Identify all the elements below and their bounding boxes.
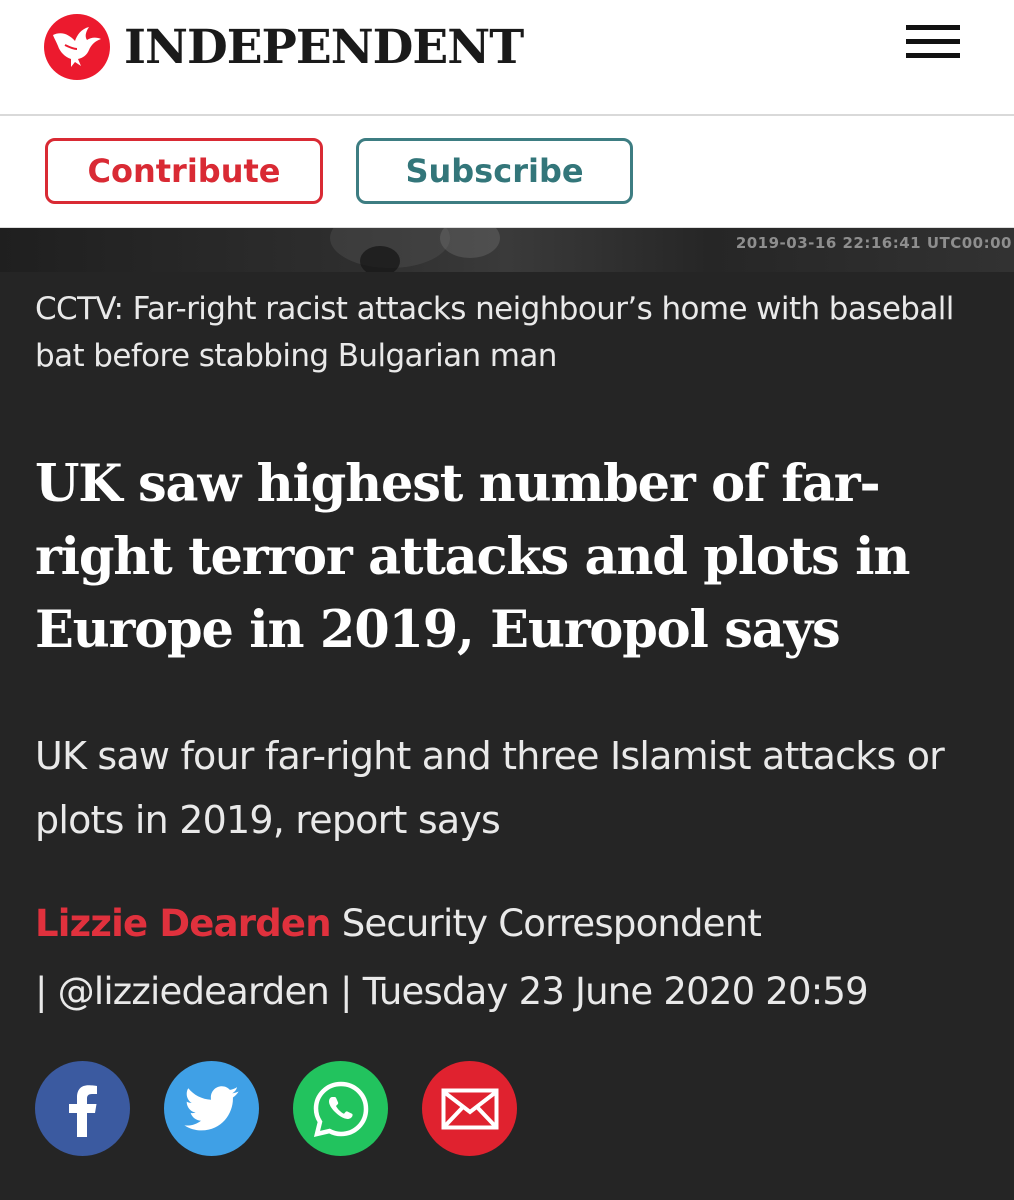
twitter-icon <box>183 1085 239 1130</box>
author-twitter-handle[interactable]: @lizziedearden <box>58 970 330 1013</box>
contribute-button[interactable]: Contribute <box>45 138 323 204</box>
eagle-logo-icon <box>44 14 110 80</box>
subscribe-button[interactable]: Subscribe <box>356 138 633 204</box>
site-logo[interactable]: INDEPENDENT <box>44 14 524 80</box>
publish-date: Tuesday 23 June 2020 20:59 <box>362 970 869 1013</box>
menu-bar <box>906 39 960 44</box>
hamburger-menu-icon[interactable] <box>906 25 962 61</box>
author-name-link[interactable]: Lizzie Dearden <box>35 902 332 945</box>
article-headline: UK saw highest number of far-right terro… <box>35 454 910 660</box>
email-share-button[interactable] <box>422 1061 517 1156</box>
site-logo-text: INDEPENDENT <box>124 19 524 75</box>
whatsapp-share-button[interactable] <box>293 1061 388 1156</box>
action-bar: Contribute Subscribe <box>0 116 1014 228</box>
menu-bar <box>906 53 960 58</box>
byline-separator: | <box>340 970 352 1013</box>
twitter-share-button[interactable] <box>164 1061 259 1156</box>
video-timestamp: 2019-03-16 22:16:41 UTC00:00 <box>735 234 1012 252</box>
video-frame-detail <box>440 228 500 258</box>
menu-bar <box>906 25 960 30</box>
video-player[interactable]: 2019-03-16 22:16:41 UTC00:00 <box>0 228 1014 272</box>
facebook-icon <box>68 1084 97 1137</box>
whatsapp-icon <box>313 1081 368 1137</box>
video-caption: CCTV: Far-right racist attacks neighbour… <box>35 291 954 374</box>
site-header: INDEPENDENT <box>0 0 1014 116</box>
author-role: Security Correspondent <box>341 902 762 945</box>
article-byline: Lizzie Dearden Security Correspondent | … <box>35 890 985 1026</box>
email-icon <box>441 1088 498 1129</box>
byline-separator: | <box>35 970 47 1013</box>
facebook-share-button[interactable] <box>35 1061 130 1156</box>
video-frame-detail <box>360 246 400 272</box>
article-standfirst: UK saw four far-right and three Islamist… <box>35 734 945 842</box>
share-buttons <box>35 1061 551 1156</box>
